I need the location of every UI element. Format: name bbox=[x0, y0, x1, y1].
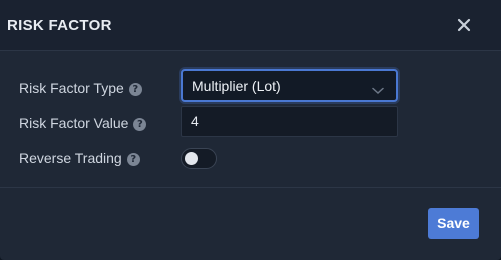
risk-factor-value-label: Risk Factor Value bbox=[19, 115, 129, 131]
risk-factor-dialog: RISK FACTOR Risk Factor Type? Multiplier… bbox=[0, 0, 501, 260]
question-circle-icon[interactable]: ? bbox=[133, 118, 147, 131]
reverse-trading-toggle[interactable] bbox=[181, 148, 217, 169]
risk-factor-type-selected-value: Multiplier (Lot) bbox=[192, 78, 281, 94]
save-button[interactable]: Save bbox=[428, 208, 479, 239]
question-circle-icon[interactable]: ? bbox=[128, 83, 142, 96]
risk-factor-value-input[interactable]: 4 bbox=[181, 106, 398, 137]
risk-factor-type-select[interactable]: Multiplier (Lot) bbox=[181, 69, 398, 102]
question-circle-icon[interactable]: ? bbox=[126, 153, 140, 166]
risk-factor-type-label-row: Risk Factor Type? bbox=[19, 80, 142, 96]
dialog-header: RISK FACTOR bbox=[0, 0, 501, 51]
reverse-trading-label-row: Reverse Trading? bbox=[19, 150, 140, 166]
risk-factor-value-label-row: Risk Factor Value? bbox=[19, 115, 147, 131]
footer-divider bbox=[0, 187, 501, 188]
dialog-title: RISK FACTOR bbox=[7, 17, 112, 34]
toggle-knob bbox=[185, 152, 198, 165]
risk-factor-type-label: Risk Factor Type bbox=[19, 80, 124, 96]
reverse-trading-label: Reverse Trading bbox=[19, 150, 122, 166]
close-icon[interactable] bbox=[455, 16, 473, 34]
chevron-down-icon bbox=[372, 82, 384, 100]
